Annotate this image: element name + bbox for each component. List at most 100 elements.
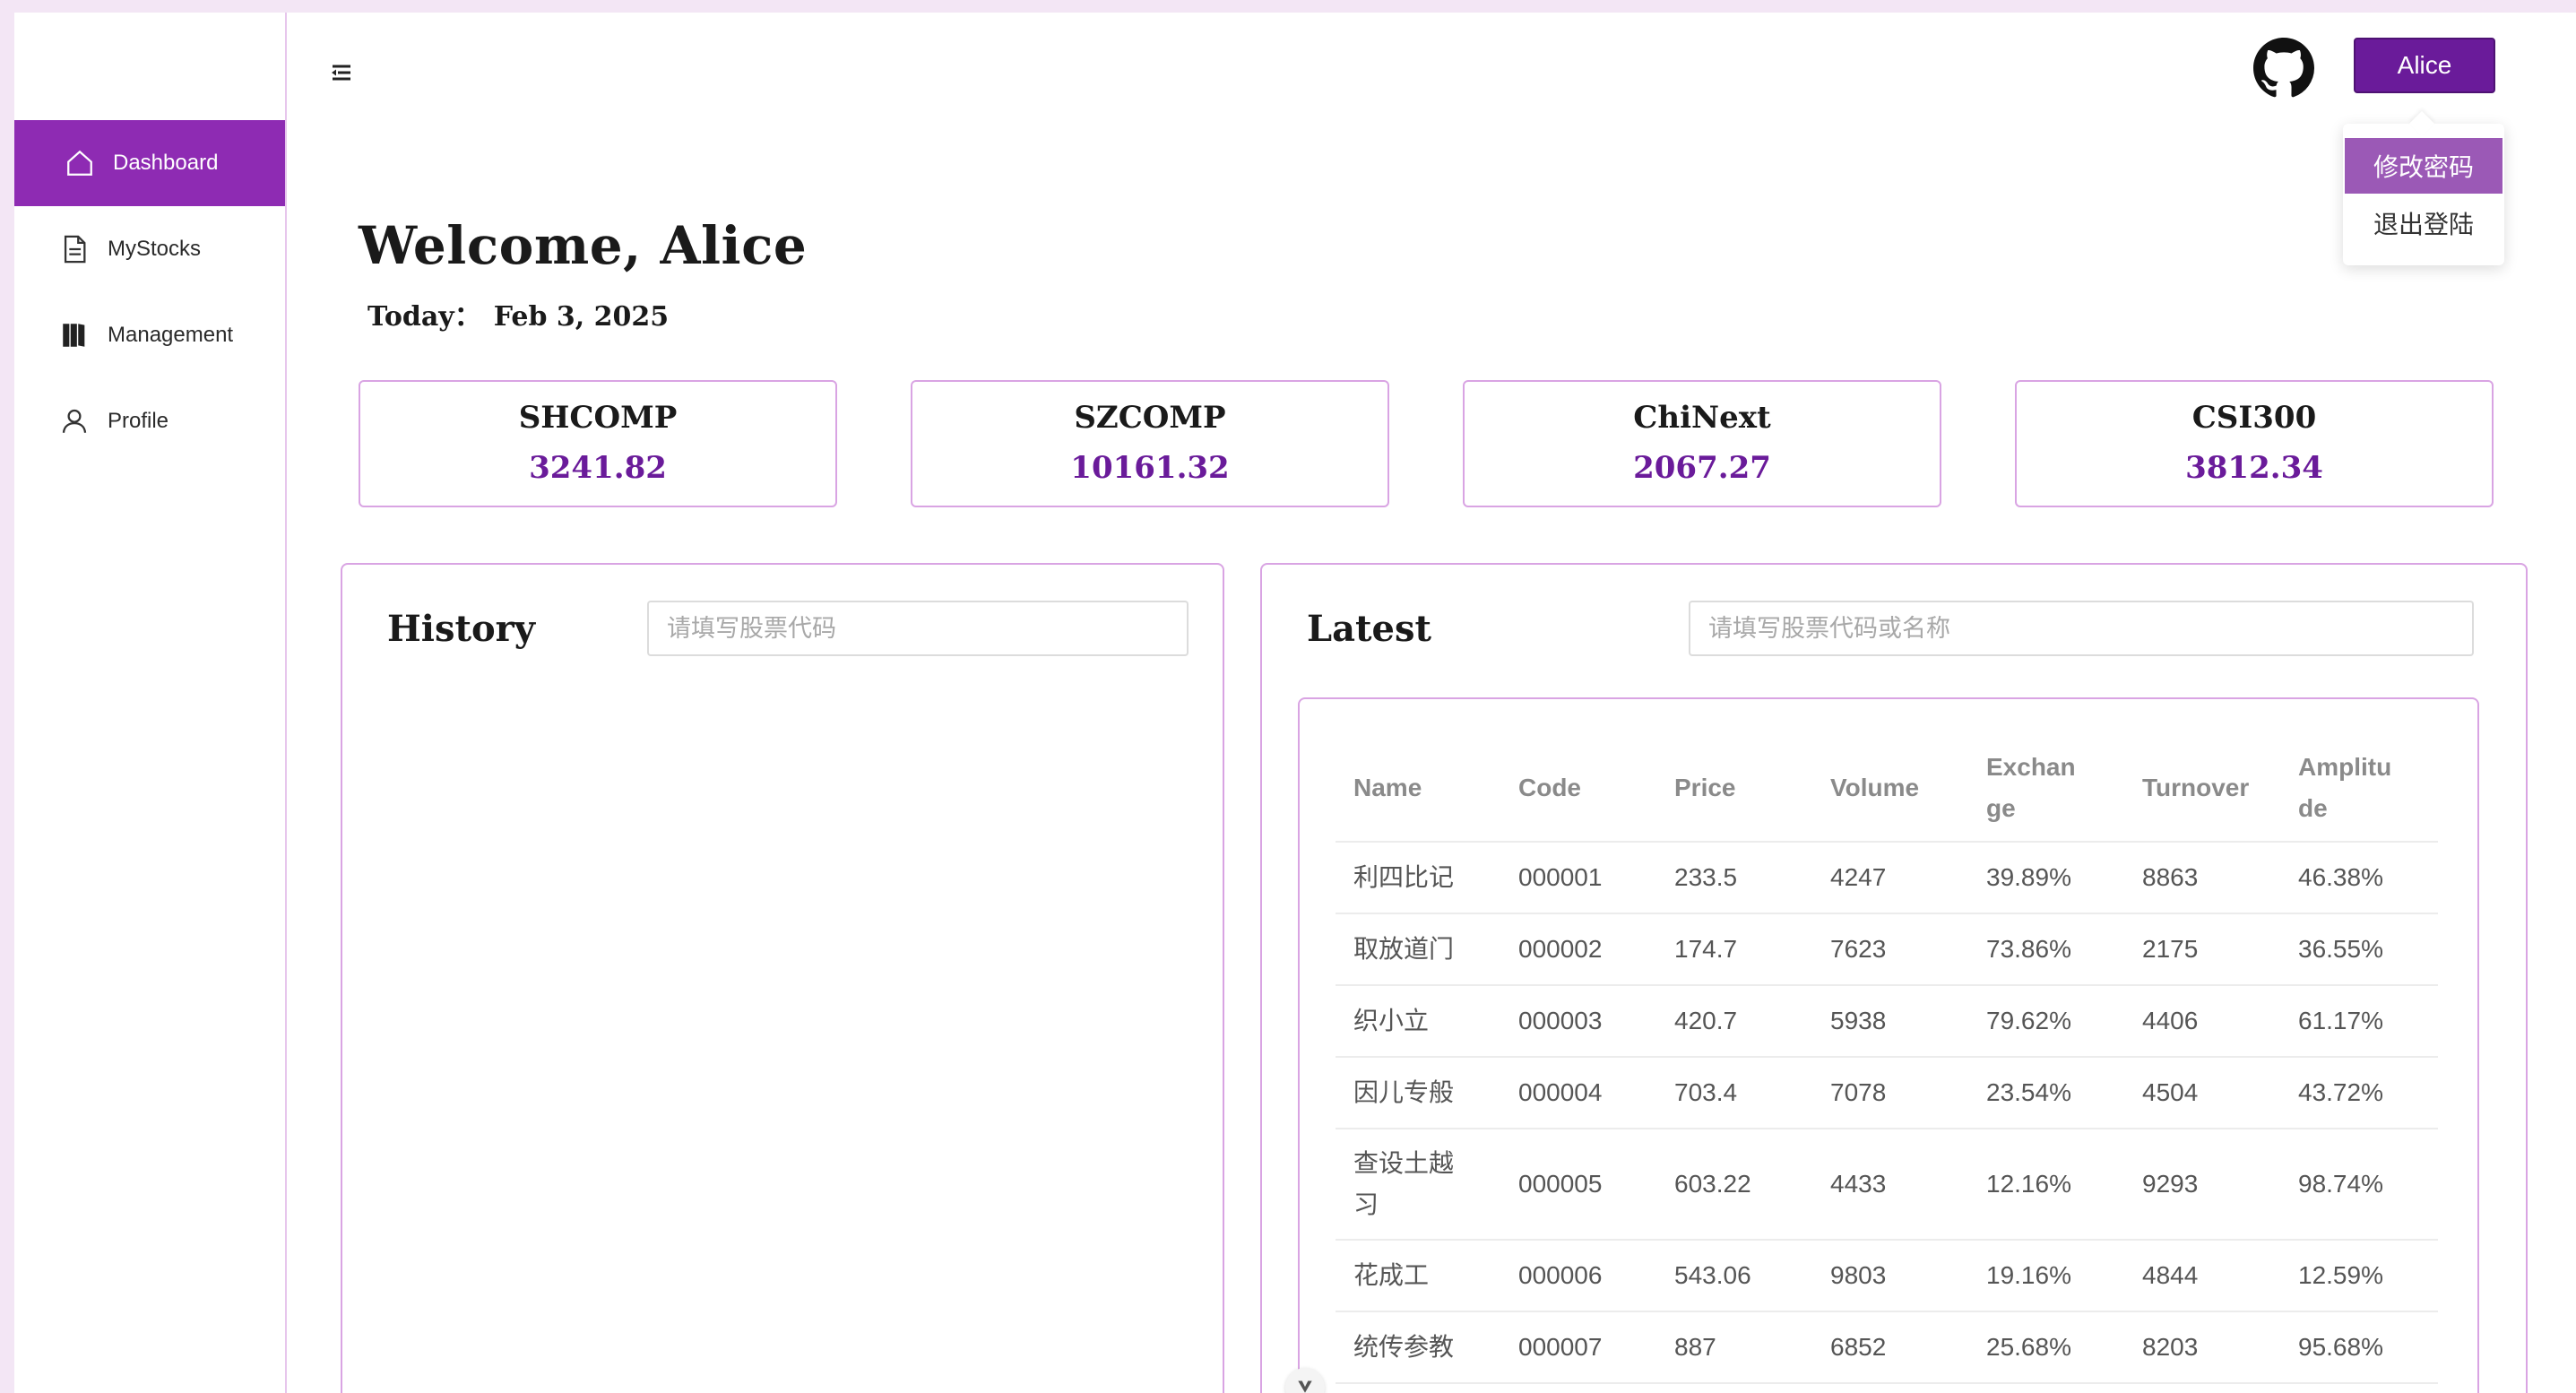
table-row[interactable]: 花成工 000006 543.06 9803 19.16% 4844 12.59… [1336,1240,2438,1312]
cell-amplitude: 12.59% [2280,1240,2438,1312]
cell-price: 420.7 [1656,985,1812,1058]
cell-volume: 4433 [1812,1129,1968,1241]
cell-name: 取放道门 [1336,913,1500,986]
cell-price: 174.7 [1656,913,1812,986]
column-header-code[interactable]: Code [1500,735,1656,843]
column-header-amplitude[interactable]: Amplitude [2280,735,2438,843]
user-dropdown-menu: 修改密码 退出登陆 [2343,124,2504,265]
page-title: Welcome, Alice [359,215,808,276]
cell-volume: 4247 [1812,842,1968,914]
cell-exchange: 19.16% [1968,1240,2124,1312]
sidebar: Dashboard MyStocks Management Profile [14,13,287,1393]
column-header-volume[interactable]: Volume [1812,735,1968,843]
table-row[interactable]: 织小立 000003 420.7 5938 79.62% 4406 61.17% [1336,985,2438,1058]
index-card-shcomp: SHCOMP 3241.82 [359,380,837,507]
latest-table: Name Code Price Volume Exchange Turnover… [1336,735,2438,1384]
index-value: 10161.32 [1070,450,1230,486]
sidebar-item-profile[interactable]: Profile [14,378,285,464]
index-name: SHCOMP [518,400,678,436]
cell-exchange: 73.86% [1968,913,2124,986]
cell-code: 000005 [1500,1129,1656,1241]
cell-exchange: 79.62% [1968,985,2124,1058]
table-row[interactable]: 查设土越习 000005 603.22 4433 12.16% 9293 98.… [1336,1129,2438,1241]
cell-price: 603.22 [1656,1129,1812,1241]
cell-volume: 9803 [1812,1240,1968,1312]
cell-price: 543.06 [1656,1240,1812,1312]
cell-code: 000006 [1500,1240,1656,1312]
table-row[interactable]: 统传参教 000007 887 6852 25.68% 8203 95.68% [1336,1311,2438,1384]
cell-amplitude: 43.72% [2280,1057,2438,1129]
cell-code: 000001 [1500,842,1656,914]
user-menu-button[interactable]: Alice [2354,38,2495,93]
today-date: Feb 3, 2025 [493,301,670,333]
sidebar-item-label: Management [108,323,234,347]
sidebar-item-label: Profile [108,409,169,433]
index-card-szcomp: SZCOMP 10161.32 [911,380,1389,507]
cell-turnover: 8863 [2124,842,2280,914]
cell-turnover: 2175 [2124,913,2280,986]
index-card-chinext: ChiNext 2067.27 [1463,380,1941,507]
history-search-input[interactable] [647,601,1189,656]
table-row[interactable]: 取放道门 000002 174.7 7623 73.86% 2175 36.55… [1336,913,2438,986]
cell-turnover: 9293 [2124,1129,2280,1241]
cell-amplitude: 46.38% [2280,842,2438,914]
cell-turnover: 4406 [2124,985,2280,1058]
cell-amplitude: 95.68% [2280,1311,2438,1384]
home-icon [65,148,95,178]
chevron-down-icon [1295,1376,1315,1393]
column-header-name[interactable]: Name [1336,735,1500,843]
index-name: CSI300 [2191,400,2317,436]
cell-code: 000003 [1500,985,1656,1058]
cell-name: 因儿专般 [1336,1057,1500,1129]
menu-fold-icon[interactable] [328,59,355,86]
document-icon [59,234,90,264]
cell-volume: 6852 [1812,1311,1968,1384]
change-password-item[interactable]: 修改密码 [2345,138,2503,194]
sidebar-item-management[interactable]: Management [14,292,285,378]
app-frame: Dashboard MyStocks Management Profile Al… [14,13,2576,1393]
cell-volume: 7078 [1812,1057,1968,1129]
table-row[interactable]: 利四比记 000001 233.5 4247 39.89% 8863 46.38… [1336,842,2438,914]
column-header-price[interactable]: Price [1656,735,1812,843]
github-icon[interactable] [2253,38,2314,99]
cell-amplitude: 36.55% [2280,913,2438,986]
history-title: History [387,608,535,650]
cell-amplitude: 61.17% [2280,985,2438,1058]
cell-turnover: 4504 [2124,1057,2280,1129]
sidebar-item-label: MyStocks [108,237,202,261]
cell-code: 000007 [1500,1311,1656,1384]
sidebar-item-mystocks[interactable]: MyStocks [14,206,285,292]
index-value: 2067.27 [1633,450,1771,486]
cell-exchange: 23.54% [1968,1057,2124,1129]
sidebar-item-dashboard[interactable]: Dashboard [14,120,285,206]
cell-exchange: 39.89% [1968,842,2124,914]
table-row[interactable]: 因儿专般 000004 703.4 7078 23.54% 4504 43.72… [1336,1057,2438,1129]
index-name: ChiNext [1633,400,1771,436]
cell-volume: 5938 [1812,985,1968,1058]
cell-code: 000002 [1500,913,1656,986]
cell-name: 花成工 [1336,1240,1500,1312]
column-header-turnover[interactable]: Turnover [2124,735,2280,843]
latest-panel: Latest Name Code Price Volume Exchange T… [1260,563,2528,1393]
history-panel: History [341,563,1224,1393]
index-value: 3241.82 [529,450,667,486]
sidebar-item-label: Dashboard [113,151,219,175]
cell-exchange: 25.68% [1968,1311,2124,1384]
user-icon [59,406,90,437]
cell-turnover: 8203 [2124,1311,2280,1384]
cell-name: 查设土越习 [1336,1129,1500,1241]
logout-item[interactable]: 退出登陆 [2345,195,2503,251]
index-value: 3812.34 [2185,450,2323,486]
column-header-exchange[interactable]: Exchange [1968,735,2124,843]
index-name: SZCOMP [1074,400,1226,436]
book-icon [59,320,90,350]
latest-title: Latest [1307,608,1431,650]
cell-turnover: 4844 [2124,1240,2280,1312]
cell-volume: 7623 [1812,913,1968,986]
index-card-csi300: CSI300 3812.34 [2015,380,2494,507]
cell-amplitude: 98.74% [2280,1129,2438,1241]
table-header-row: Name Code Price Volume Exchange Turnover… [1336,735,2438,843]
latest-search-input[interactable] [1689,601,2474,656]
cell-code: 000004 [1500,1057,1656,1129]
latest-table-container: Name Code Price Volume Exchange Turnover… [1298,697,2479,1393]
